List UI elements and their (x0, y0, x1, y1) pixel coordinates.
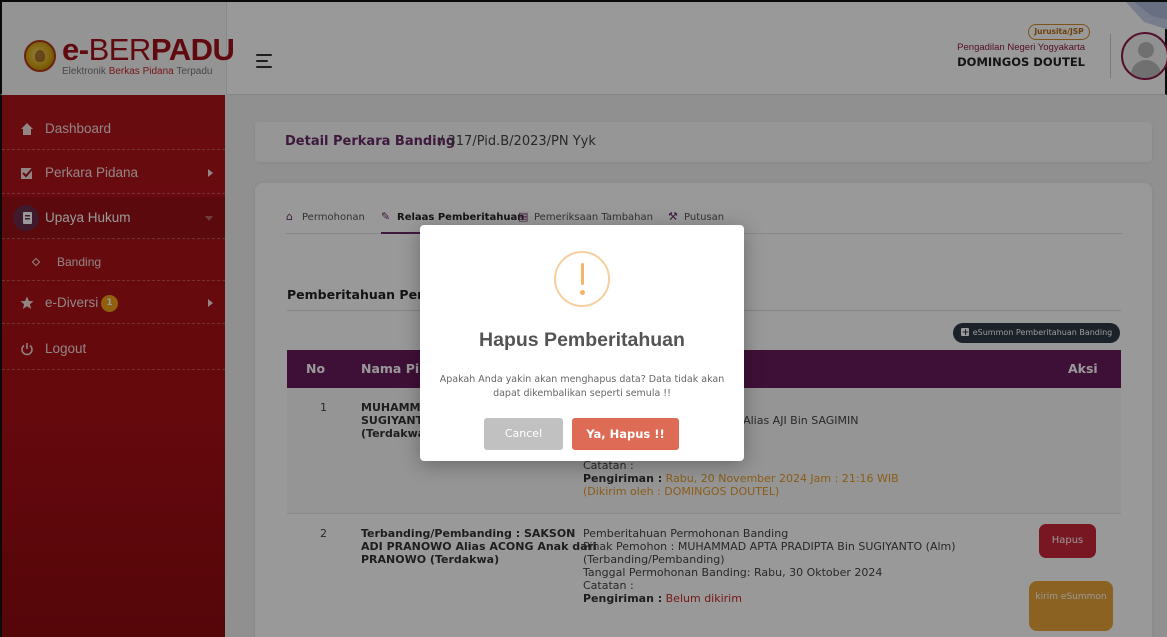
cancel-button[interactable]: Cancel (484, 418, 563, 450)
confirm-delete-button[interactable]: Ya, Hapus !! (572, 418, 679, 450)
confirm-delete-dialog: Hapus Pemberitahuan Apakah Anda yakin ak… (420, 225, 744, 461)
warning-icon (554, 251, 610, 307)
dialog-message: Apakah Anda yakin akan menghapus data? D… (439, 374, 725, 399)
dialog-title: Hapus Pemberitahuan (479, 329, 685, 351)
